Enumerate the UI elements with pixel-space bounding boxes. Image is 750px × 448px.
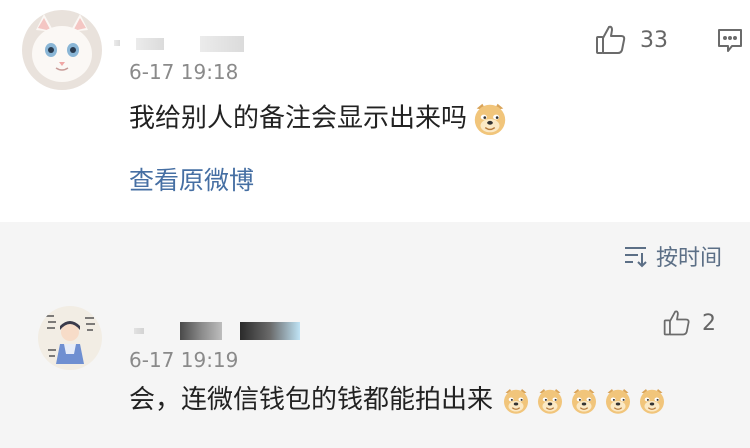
comment-actions: 33	[594, 23, 744, 57]
like-count: 33	[640, 27, 668, 53]
doge-emoji	[501, 386, 531, 416]
sort-bar: 按时间	[0, 222, 750, 292]
doge-emoji	[471, 100, 509, 138]
view-original-post-link[interactable]: 查看原微博	[129, 166, 254, 196]
sort-icon	[622, 243, 650, 269]
comment-timestamp: 6-17 19:18	[129, 60, 239, 84]
like-count: 2	[702, 310, 716, 336]
doge-emoji	[569, 386, 599, 416]
avatar[interactable]	[22, 10, 102, 90]
sort-label: 按时间	[655, 246, 722, 271]
doge-emoji	[603, 386, 633, 416]
comment-content: 我给别人的备注会显示出来吗	[129, 100, 509, 138]
doge-emoji	[637, 386, 667, 416]
sort-by-time-button[interactable]: 按时间	[622, 240, 722, 272]
reply-content-text: 会，连微信钱包的钱都能拍出来	[129, 385, 494, 415]
doge-emoji	[535, 386, 565, 416]
username-blurred[interactable]	[114, 36, 264, 54]
username-blurred[interactable]	[134, 322, 304, 344]
comment-card: 6-17 19:18 33 我给别人的备注会显示出来吗 查看原微博	[0, 0, 750, 222]
reply-actions: 2	[662, 308, 716, 338]
avatar[interactable]	[38, 306, 102, 370]
comment-icon[interactable]	[716, 26, 744, 54]
comment-content-text: 我给别人的备注会显示出来吗	[129, 103, 468, 134]
reply-timestamp: 6-17 19:19	[129, 348, 239, 372]
thumbs-up-icon[interactable]	[662, 308, 692, 338]
reply-content: 会，连微信钱包的钱都能拍出来	[129, 384, 667, 416]
thumbs-up-icon[interactable]	[594, 23, 628, 57]
reply-item: 6-17 19:19 2 会，连微信钱包的钱都能拍出来	[0, 292, 750, 448]
